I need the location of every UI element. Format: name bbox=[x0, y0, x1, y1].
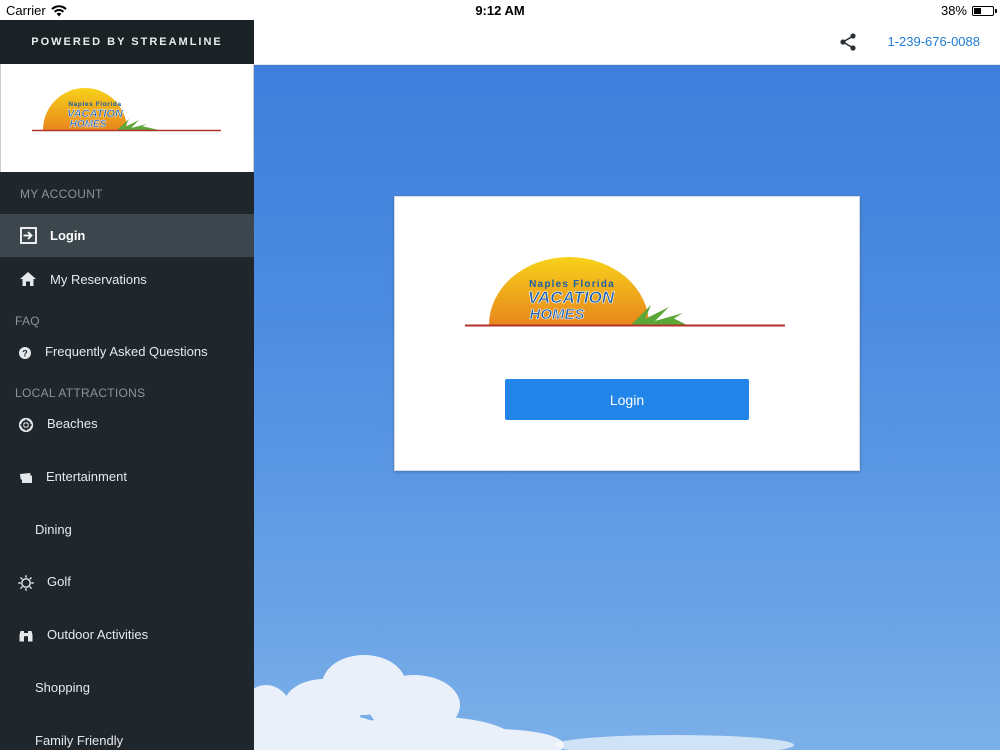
share-icon[interactable] bbox=[838, 32, 858, 52]
sidebar-item-outdoor-activities[interactable]: Outdoor Activities bbox=[0, 619, 254, 651]
logo-line2: VACATION bbox=[528, 288, 615, 307]
clock: 9:12 AM bbox=[475, 3, 525, 18]
logo-line3: HOMES bbox=[70, 119, 107, 130]
status-bar: Carrier 9:12 AM 38% bbox=[0, 0, 1000, 20]
battery-percent: 38% bbox=[940, 3, 967, 18]
section-heading-local-attractions: LOCAL ATTRACTIONS bbox=[15, 386, 146, 400]
battery-level bbox=[974, 7, 981, 14]
sidebar-item-label: Dining bbox=[35, 522, 72, 537]
sidebar-item-login[interactable]: Login bbox=[0, 214, 254, 257]
main-area: Naples Florida VACATION HOMES Login bbox=[254, 65, 1000, 750]
sidebar-item-shopping[interactable]: Shopping bbox=[0, 672, 254, 704]
sun-icon bbox=[17, 574, 35, 592]
logo-line1: Naples Florida bbox=[68, 101, 121, 108]
sidebar-item-label: Beaches bbox=[47, 416, 98, 431]
sidebar-item-label: Family Friendly bbox=[35, 733, 124, 748]
login-icon bbox=[19, 226, 37, 244]
sidebar-logo[interactable]: Naples Florida VACATION HOMES bbox=[0, 64, 254, 172]
vacation-homes-logo: Naples Florida VACATION HOMES bbox=[32, 88, 221, 132]
home-icon bbox=[19, 270, 37, 288]
login-button[interactable]: Login bbox=[505, 379, 749, 420]
sidebar-item-label: My Reservations bbox=[50, 272, 147, 287]
sidebar-item-label: Login bbox=[50, 228, 86, 243]
binoculars-icon bbox=[17, 627, 35, 645]
sidebar-item-label: Golf bbox=[47, 574, 71, 589]
section-heading-faq: FAQ bbox=[15, 314, 40, 328]
sidebar-item-label: Frequently Asked Questions bbox=[45, 344, 208, 359]
sidebar-item-entertainment[interactable]: Entertainment bbox=[0, 460, 254, 492]
vacation-homes-logo: Naples Florida VACATION HOMES bbox=[465, 257, 785, 327]
sidebar-item-faq[interactable]: ? Frequently Asked Questions bbox=[0, 334, 254, 370]
sidebar-item-label: Outdoor Activities bbox=[47, 627, 149, 642]
sidebar-item-label: Entertainment bbox=[46, 469, 127, 484]
svg-text:?: ? bbox=[22, 349, 28, 359]
battery-icon bbox=[972, 5, 997, 16]
powered-by-label: POWERED BY STREAMLINE bbox=[0, 20, 254, 64]
sidebar-item-my-reservations[interactable]: My Reservations bbox=[0, 258, 254, 301]
section-heading-my-account: MY ACCOUNT bbox=[20, 187, 103, 201]
phone-link[interactable]: 1-239-676-0088 bbox=[887, 34, 980, 49]
sidebar: POWERED BY STREAMLINE Naples Florida VAC… bbox=[0, 20, 254, 750]
ticket-icon bbox=[17, 469, 35, 487]
login-card: Naples Florida VACATION HOMES Login bbox=[394, 196, 860, 471]
sidebar-item-family-friendly[interactable]: Family Friendly bbox=[0, 725, 254, 750]
sidebar-item-dining[interactable]: Dining bbox=[0, 513, 254, 545]
sidebar-item-golf[interactable]: Golf bbox=[0, 566, 254, 598]
question-circle-icon: ? bbox=[16, 344, 34, 362]
sidebar-item-label: Shopping bbox=[35, 680, 90, 695]
status-right: 38% bbox=[940, 3, 997, 18]
sidebar-item-beaches[interactable]: Beaches bbox=[0, 408, 254, 440]
logo-line3: HOMES bbox=[529, 306, 584, 323]
life-ring-icon bbox=[17, 416, 35, 434]
top-bar: 1-239-676-0088 bbox=[254, 20, 1000, 65]
